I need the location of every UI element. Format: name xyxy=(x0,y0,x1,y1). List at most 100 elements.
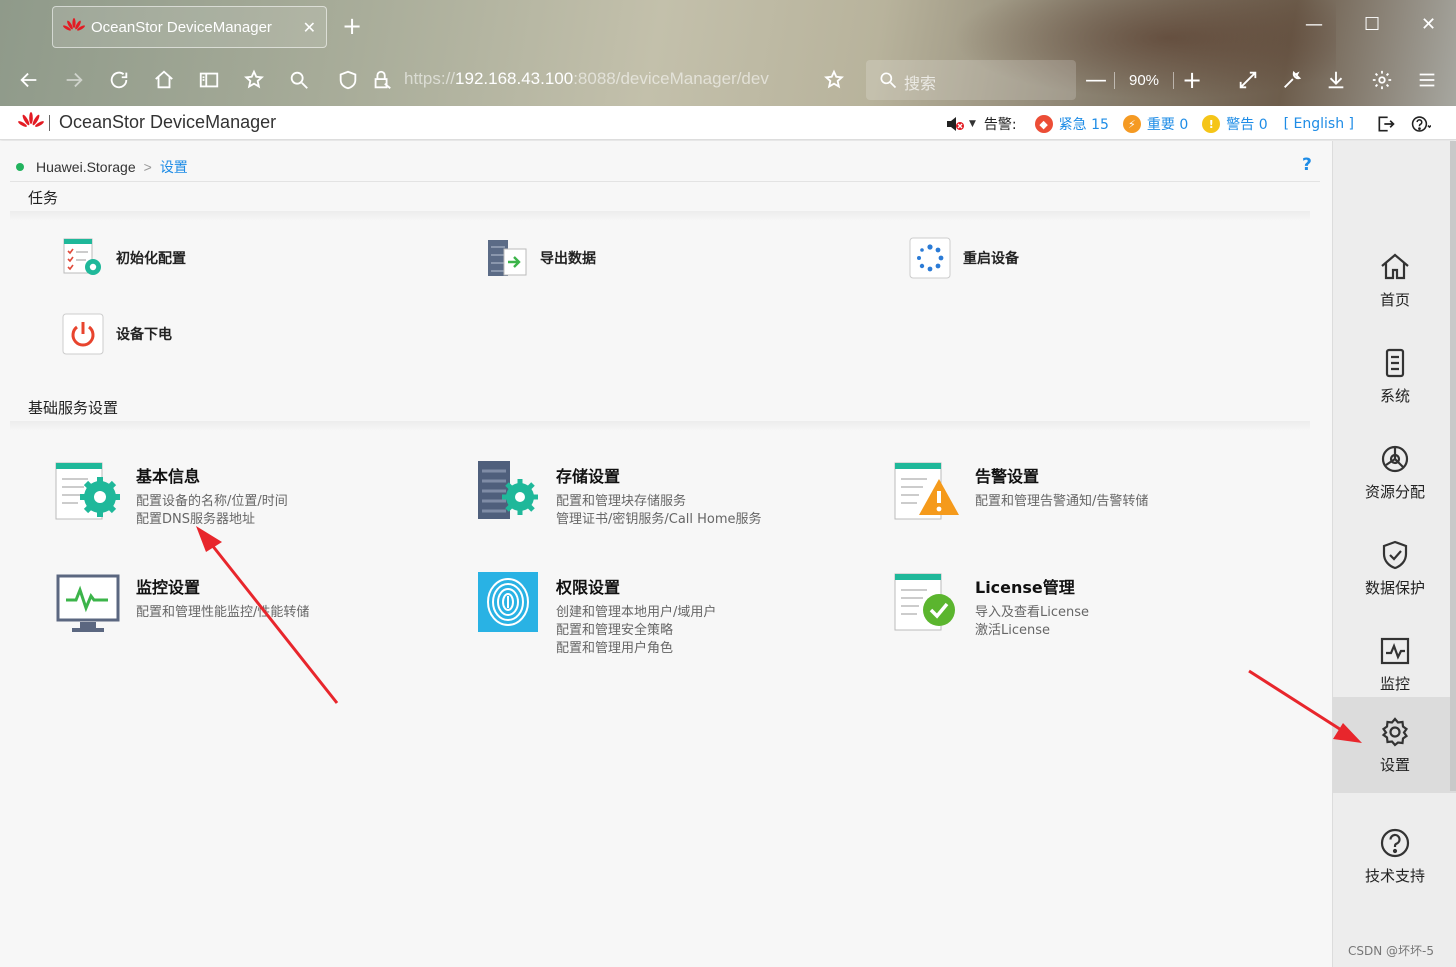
reload-icon[interactable] xyxy=(107,68,131,92)
download-icon[interactable] xyxy=(1324,68,1348,92)
close-window-button[interactable]: ✕ xyxy=(1421,14,1436,35)
section-divider xyxy=(10,421,1310,431)
feature-alarm-settings[interactable]: 告警设置 配置和管理告警通知/告警转储 xyxy=(893,461,1148,529)
bookmarks-icon[interactable] xyxy=(242,68,266,92)
task-export-data[interactable]: 导出数据 xyxy=(486,237,596,279)
nav-label: 系统 xyxy=(1379,386,1410,405)
feature-title: 监控设置 xyxy=(136,578,201,597)
monitor-pulse-icon xyxy=(56,574,120,632)
breadcrumb-current[interactable]: 设置 xyxy=(160,157,188,177)
initial-config-icon xyxy=(63,238,101,275)
alarm-warning-triangle-icon xyxy=(894,462,959,520)
fullscreen-icon[interactable] xyxy=(1236,68,1260,92)
browser-tab[interactable]: OceanStor DeviceManager ✕ xyxy=(52,6,327,48)
feature-desc-line: 配置和管理性能监控/性能转储 xyxy=(136,605,310,620)
export-data-icon xyxy=(488,240,527,276)
url-host: 192.168.43.100 xyxy=(455,69,574,88)
alarm-major[interactable]: ⚡ 重要 0 xyxy=(1122,114,1189,134)
alarm-warning-text: 警告 0 xyxy=(1226,117,1268,133)
vertical-scrollbar[interactable] xyxy=(1450,141,1456,791)
feature-basic-info[interactable]: 基本信息 配置设备的名称/位置/时间 配置DNS服务器地址 xyxy=(54,461,288,529)
zoom-in-button[interactable]: + xyxy=(1174,66,1210,94)
task-restart-device[interactable]: 重启设备 xyxy=(909,237,1019,279)
header-divider xyxy=(49,115,50,131)
nav-label: 设置 xyxy=(1379,755,1410,774)
feature-permission-settings[interactable]: 权限设置 创建和管理本地用户/域用户 配置和管理安全策略 配置和管理用户角色 xyxy=(474,572,716,658)
nav-item-home[interactable]: 首页 xyxy=(1333,232,1456,328)
warning-alarm-icon: ! xyxy=(1202,115,1221,133)
feature-storage-settings[interactable]: 存储设置 配置和管理块存储服务 管理证书/密钥服务/Call Home服务 xyxy=(474,461,762,529)
settings-gear-icon[interactable] xyxy=(1370,68,1394,92)
feature-license-management[interactable]: License管理 导入及查看License 激活License xyxy=(893,572,1089,640)
nav-label: 技术支持 xyxy=(1364,866,1425,885)
menu-icon[interactable] xyxy=(1415,68,1439,92)
feature-monitor-settings[interactable]: 监控设置 配置和管理性能监控/性能转储 xyxy=(54,572,309,640)
nav-item-tech-support[interactable]: 技术支持 xyxy=(1333,808,1456,904)
bookmark-star-icon[interactable] xyxy=(822,68,846,92)
browser-toolbar: OceanStor DeviceManager ✕ + — ☐ ✕ https:… xyxy=(0,0,1456,106)
help-circle-icon xyxy=(1380,828,1410,857)
browser-search-input[interactable]: 搜索 xyxy=(866,60,1076,100)
nav-item-system[interactable]: 系统 xyxy=(1333,328,1456,424)
shield-check-icon xyxy=(1382,540,1408,569)
navigation-bar: https://192.168.43.100:8088/deviceManage… xyxy=(0,56,1456,104)
zoom-out-button[interactable]: — xyxy=(1078,68,1114,93)
insecure-lock-icon[interactable] xyxy=(370,68,394,92)
language-switch-link[interactable]: [ English ] xyxy=(1284,116,1354,132)
feature-desc-line: 配置设备的名称/位置/时间 xyxy=(136,494,288,509)
alarm-critical[interactable]: ◆ 紧急 15 xyxy=(1034,114,1109,134)
major-alarm-icon: ⚡ xyxy=(1122,115,1141,133)
task-initial-config[interactable]: 初始化配置 xyxy=(62,237,186,279)
resource-allocation-icon xyxy=(1381,445,1409,472)
task-label: 初始化配置 xyxy=(116,251,186,267)
task-power-off[interactable]: 设备下电 xyxy=(62,313,172,355)
url-scheme: https:// xyxy=(404,69,456,88)
page-help-icon[interactable]: ? xyxy=(1302,155,1312,175)
nav-item-resource-allocation[interactable]: 资源分配 xyxy=(1333,424,1456,520)
search-placeholder: 搜索 xyxy=(904,74,937,93)
feature-title: 存储设置 xyxy=(556,467,621,486)
minimize-button[interactable]: — xyxy=(1305,14,1323,35)
chevron-down-icon[interactable]: ▼ xyxy=(969,119,976,129)
feature-title: 权限设置 xyxy=(556,578,621,597)
alarm-major-text: 重要 0 xyxy=(1146,117,1189,133)
zoom-level[interactable]: 90% xyxy=(1114,71,1174,89)
nav-item-settings[interactable]: 设置 xyxy=(1333,697,1456,793)
license-check-icon xyxy=(894,573,955,631)
status-ok-indicator xyxy=(16,163,24,171)
nav-label: 数据保护 xyxy=(1364,578,1425,597)
breadcrumb-separator: > xyxy=(143,159,152,175)
nav-label: 监控 xyxy=(1379,674,1410,693)
url-path: :8088/deviceManager/dev xyxy=(573,69,769,88)
settings-gear-icon xyxy=(1381,716,1409,747)
tab-close-icon[interactable]: ✕ xyxy=(303,18,316,37)
tasks-section-title: 任务 xyxy=(28,189,59,207)
nav-item-data-protection[interactable]: 数据保护 xyxy=(1333,520,1456,616)
back-icon[interactable] xyxy=(17,68,41,92)
new-tab-button[interactable]: + xyxy=(342,14,362,38)
forward-icon[interactable] xyxy=(62,68,86,92)
storage-settings-icon xyxy=(478,461,538,519)
breadcrumb-divider xyxy=(10,181,1320,182)
reader-view-icon[interactable] xyxy=(197,68,221,92)
breadcrumb-root[interactable]: Huawei.Storage xyxy=(36,159,136,175)
app-header: OceanStor DeviceManager ▼ 告警: ◆ 紧急 15 ⚡ … xyxy=(0,106,1456,140)
feature-desc-line: 配置和管理告警通知/告警转储 xyxy=(975,494,1149,509)
feature-desc-line: 配置和管理用户角色 xyxy=(556,641,674,656)
shield-icon[interactable] xyxy=(336,68,360,92)
help-menu-icon[interactable] xyxy=(1411,114,1437,134)
maximize-button[interactable]: ☐ xyxy=(1364,14,1380,35)
home-icon[interactable] xyxy=(152,68,176,92)
speaker-mute-icon[interactable] xyxy=(945,115,965,133)
feature-desc-line: 配置和管理块存储服务 xyxy=(556,494,687,509)
wrench-icon[interactable] xyxy=(1280,68,1304,92)
alarm-warning[interactable]: ! 警告 0 xyxy=(1202,114,1268,134)
alarm-critical-text: 紧急 15 xyxy=(1058,117,1109,133)
search-icon[interactable] xyxy=(287,68,311,92)
alarm-summary: ▼ 告警: ◆ 紧急 15 ⚡ 重要 0 ! 警告 0 [ English ] xyxy=(945,113,1354,135)
task-label: 导出数据 xyxy=(540,251,596,267)
logout-icon[interactable] xyxy=(1376,114,1396,134)
address-bar[interactable]: https://192.168.43.100:8088/deviceManage… xyxy=(404,69,809,89)
power-icon xyxy=(62,313,104,355)
search-box-icon xyxy=(880,72,897,89)
